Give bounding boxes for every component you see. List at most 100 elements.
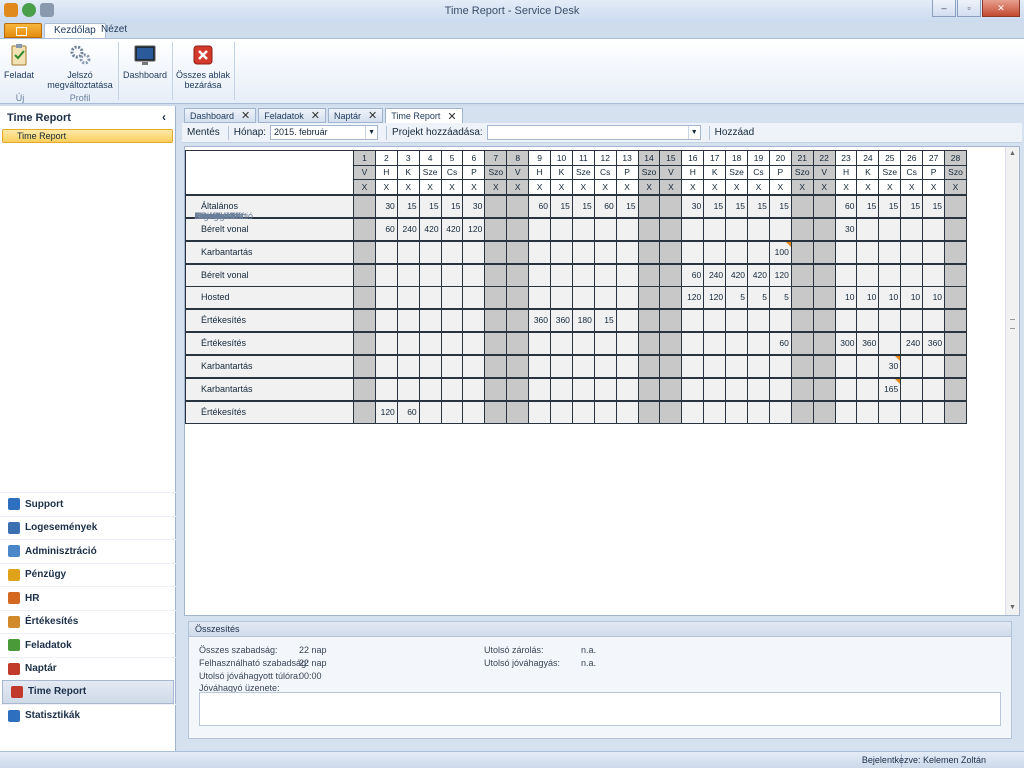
time-cell[interactable]	[922, 400, 946, 424]
time-cell[interactable]	[703, 354, 727, 378]
time-cell[interactable]: 60	[374, 217, 398, 241]
time-cell[interactable]: 360	[528, 308, 552, 332]
time-cell[interactable]: 5	[768, 285, 792, 309]
chevron-down-icon[interactable]: ▼	[365, 126, 377, 139]
time-cell[interactable]	[615, 240, 639, 264]
time-cell[interactable]	[834, 377, 858, 401]
time-cell[interactable]	[768, 400, 792, 424]
time-cell[interactable]	[944, 331, 967, 355]
time-cell[interactable]	[681, 377, 705, 401]
nav-item-6[interactable]: Feladatok	[0, 633, 176, 657]
time-cell[interactable]: 60	[768, 331, 792, 355]
time-cell[interactable]: 10	[922, 285, 946, 309]
time-cell[interactable]: 15	[878, 194, 902, 218]
time-cell[interactable]: 60	[528, 194, 552, 218]
time-cell[interactable]	[353, 263, 376, 287]
time-cell[interactable]	[834, 240, 858, 264]
month-select[interactable]: 2015. február ▼	[270, 125, 379, 140]
time-cell[interactable]: 15	[768, 194, 792, 218]
time-cell[interactable]	[615, 285, 639, 309]
time-cell[interactable]: 360	[856, 331, 880, 355]
time-cell[interactable]	[440, 240, 464, 264]
time-cell[interactable]	[374, 263, 398, 287]
time-cell[interactable]: 15	[396, 194, 420, 218]
time-cell[interactable]	[418, 400, 442, 424]
time-cell[interactable]: 15	[571, 194, 595, 218]
time-cell[interactable]	[528, 331, 552, 355]
time-cell[interactable]	[659, 354, 683, 378]
time-cell[interactable]	[593, 263, 617, 287]
time-cell[interactable]	[747, 377, 770, 401]
time-cell[interactable]	[550, 217, 573, 241]
time-cell[interactable]	[659, 377, 683, 401]
time-cell[interactable]	[681, 354, 705, 378]
time-cell[interactable]	[374, 331, 398, 355]
time-cell[interactable]: 420	[440, 217, 464, 241]
left-panel-item-time-report[interactable]: Time Report	[2, 129, 173, 143]
time-cell[interactable]	[462, 354, 486, 378]
time-cell[interactable]	[374, 354, 398, 378]
time-cell[interactable]	[637, 377, 661, 401]
time-cell[interactable]	[768, 217, 792, 241]
time-cell[interactable]	[571, 263, 595, 287]
time-cell[interactable]	[374, 240, 398, 264]
time-cell[interactable]: 120	[703, 285, 727, 309]
time-cell[interactable]: 120	[681, 285, 705, 309]
doc-tab-1[interactable]: Feladatok ✕	[258, 108, 326, 123]
time-cell[interactable]	[462, 377, 486, 401]
time-cell[interactable]: 180	[571, 308, 595, 332]
time-cell[interactable]	[834, 308, 858, 332]
time-cell[interactable]	[790, 331, 814, 355]
time-cell[interactable]	[462, 240, 486, 264]
time-cell[interactable]	[506, 285, 530, 309]
time-cell[interactable]: 60	[593, 194, 617, 218]
time-cell[interactable]: 10	[834, 285, 858, 309]
time-cell[interactable]	[659, 240, 683, 264]
time-cell[interactable]	[856, 240, 880, 264]
time-cell[interactable]	[790, 400, 814, 424]
time-cell[interactable]	[353, 217, 376, 241]
application-menu-button[interactable]	[4, 23, 42, 38]
time-cell[interactable]	[550, 263, 573, 287]
time-cell[interactable]	[637, 240, 661, 264]
time-cell[interactable]	[703, 308, 727, 332]
time-cell[interactable]	[353, 377, 376, 401]
time-cell[interactable]	[484, 240, 508, 264]
close-tab-icon[interactable]: ✕	[241, 109, 250, 122]
time-cell[interactable]	[593, 331, 617, 355]
time-cell[interactable]	[922, 354, 946, 378]
time-cell[interactable]: 10	[878, 285, 902, 309]
time-cell[interactable]	[637, 285, 661, 309]
time-cell[interactable]	[900, 240, 924, 264]
time-cell[interactable]: 30	[834, 217, 858, 241]
time-cell[interactable]	[790, 377, 814, 401]
time-cell[interactable]	[571, 217, 595, 241]
time-cell[interactable]	[659, 331, 683, 355]
time-cell[interactable]	[747, 240, 770, 264]
add-project-button[interactable]: Hozzáad	[715, 127, 754, 138]
time-cell[interactable]	[725, 240, 749, 264]
time-cell[interactable]	[353, 400, 376, 424]
time-cell[interactable]: 15	[550, 194, 573, 218]
time-cell[interactable]	[834, 400, 858, 424]
time-cell[interactable]	[528, 377, 552, 401]
time-cell[interactable]: 15	[922, 194, 946, 218]
time-cell[interactable]: 360	[922, 331, 946, 355]
time-cell[interactable]	[790, 217, 814, 241]
time-cell[interactable]	[593, 377, 617, 401]
time-cell[interactable]: 420	[725, 263, 749, 287]
time-cell[interactable]	[922, 217, 946, 241]
time-cell[interactable]: 15	[440, 194, 464, 218]
time-cell[interactable]	[506, 263, 530, 287]
maximize-button[interactable]: ▫	[957, 0, 981, 17]
time-cell[interactable]	[900, 308, 924, 332]
dashboard-button[interactable]: Dashboard	[120, 43, 170, 80]
time-cell[interactable]	[353, 331, 376, 355]
time-cell[interactable]	[462, 263, 486, 287]
ribbon-tab-nezet[interactable]: Nézet	[92, 23, 136, 38]
time-cell[interactable]	[440, 377, 464, 401]
time-cell[interactable]	[659, 285, 683, 309]
time-cell[interactable]	[703, 400, 727, 424]
time-cell[interactable]	[878, 400, 902, 424]
time-cell[interactable]	[484, 194, 508, 218]
